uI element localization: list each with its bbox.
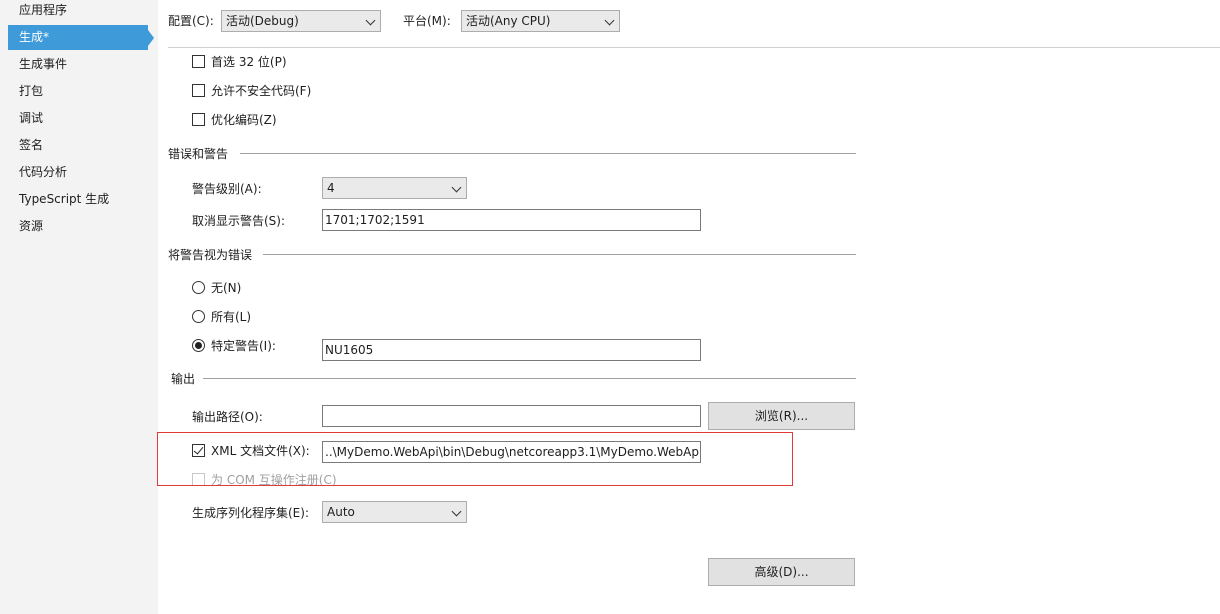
sidebar-item-signing[interactable]: 签名 [8, 133, 148, 158]
sidebar: 应用程序 生成* 生成事件 打包 调试 签名 代码分析 TypeScript 生… [0, 0, 158, 614]
output-path-input[interactable] [322, 405, 701, 427]
errors-divider [240, 153, 856, 154]
warn-level-value: 4 [327, 181, 335, 195]
errors-heading: 错误和警告 [168, 147, 229, 161]
sidebar-item-code-analysis[interactable]: 代码分析 [8, 160, 148, 185]
sidebar-item-debug[interactable]: 调试 [8, 106, 148, 131]
platform-value: 活动(Any CPU) [466, 14, 551, 28]
platform-label: 平台(M): [403, 14, 451, 28]
active-indicator [148, 30, 154, 46]
optimize-checkbox[interactable] [192, 113, 205, 126]
advanced-button[interactable]: 高级(D)... [708, 558, 855, 586]
platform-select[interactable]: 活动(Any CPU) [461, 10, 620, 32]
unsafe-label: 允许不安全代码(F) [211, 84, 312, 98]
sidebar-item-application[interactable]: 应用程序 [8, 0, 148, 23]
serialization-select[interactable]: Auto [322, 501, 467, 523]
specific-warnings-input[interactable]: NU1605 [322, 339, 701, 361]
top-divider [168, 47, 1220, 48]
chevron-down-icon [604, 15, 615, 26]
prefer32-checkbox[interactable] [192, 55, 205, 68]
warn-level-label: 警告级别(A): [192, 182, 262, 196]
treat-specific-radio[interactable] [192, 339, 205, 352]
optimize-label: 优化编码(Z) [211, 113, 277, 127]
sidebar-item-build-events[interactable]: 生成事件 [8, 52, 148, 77]
treat-all-label: 所有(L) [211, 310, 252, 324]
config-select[interactable]: 活动(Debug) [221, 10, 381, 32]
suppress-input[interactable]: 1701;1702;1591 [322, 209, 701, 231]
chevron-down-icon [451, 506, 462, 517]
sidebar-item-package[interactable]: 打包 [8, 79, 148, 104]
sidebar-item-resources[interactable]: 资源 [8, 214, 148, 239]
prefer32-label: 首选 32 位(P) [211, 55, 287, 69]
treat-heading: 将警告视为错误 [168, 248, 253, 262]
suppress-label: 取消显示警告(S): [192, 214, 286, 228]
output-divider [203, 378, 856, 379]
chevron-down-icon [451, 182, 462, 193]
warn-level-select[interactable]: 4 [322, 177, 467, 199]
config-value: 活动(Debug) [226, 14, 299, 28]
treat-specific-label: 特定警告(I): [211, 339, 276, 353]
sidebar-item-build[interactable]: 生成* [8, 25, 148, 50]
browse-button[interactable]: 浏览(R)... [708, 402, 855, 430]
sidebar-item-typescript-build[interactable]: TypeScript 生成 [8, 187, 148, 212]
serialization-value: Auto [327, 505, 355, 519]
highlight-box [157, 432, 793, 486]
output-heading: 输出 [171, 372, 196, 386]
treat-none-label: 无(N) [211, 281, 242, 295]
output-path-label: 输出路径(O): [192, 410, 263, 424]
chevron-down-icon [365, 15, 376, 26]
serialization-label: 生成序列化程序集(E): [192, 506, 309, 520]
treat-divider [263, 254, 856, 255]
config-label: 配置(C): [168, 14, 214, 28]
treat-none-radio[interactable] [192, 281, 205, 294]
unsafe-checkbox[interactable] [192, 84, 205, 97]
treat-all-radio[interactable] [192, 310, 205, 323]
